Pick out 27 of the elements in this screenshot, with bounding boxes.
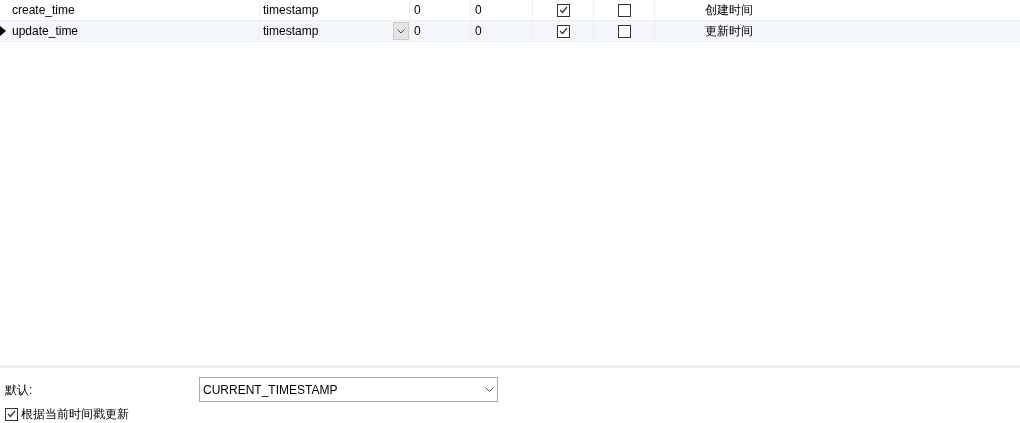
table-cell-text: 0	[475, 2, 482, 19]
table-cell-text: timestamp	[263, 23, 319, 40]
checkbox[interactable]	[5, 407, 18, 421]
checkbox[interactable]	[556, 3, 570, 17]
default-label: 默认:	[5, 381, 34, 399]
checkmark-icon	[558, 27, 568, 35]
default-value-dropdown[interactable]: CURRENT_TIMESTAMP	[199, 377, 498, 402]
table-cell-text: 0	[414, 23, 421, 40]
checkbox[interactable]	[556, 24, 570, 38]
table-row[interactable]: create_time timestamp 0 0 创建时间	[0, 0, 1020, 21]
dropdown-button[interactable]	[393, 22, 409, 40]
table-cell-text: 创建时间	[705, 2, 753, 19]
table-row[interactable]: update_time timestamp 0 0 更新时间	[0, 21, 1020, 42]
checkmark-icon	[558, 6, 568, 14]
checkmark-icon	[7, 410, 16, 418]
checkbox[interactable]	[617, 24, 631, 38]
table-cell: update_time	[8, 21, 260, 41]
table-cell-text: timestamp	[263, 2, 319, 19]
checkbox[interactable]	[617, 3, 631, 17]
table-cell-text: 0	[475, 23, 482, 40]
checkbox-label: 根据当前时间戳更新	[21, 406, 129, 423]
row-pointer-icon	[0, 26, 6, 36]
table-cell-text: 0	[414, 2, 421, 19]
table-cell-text: 更新时间	[705, 23, 753, 40]
table-cell: create_time	[8, 0, 260, 20]
chevron-down-icon	[485, 387, 494, 392]
chevron-down-icon	[397, 28, 405, 34]
